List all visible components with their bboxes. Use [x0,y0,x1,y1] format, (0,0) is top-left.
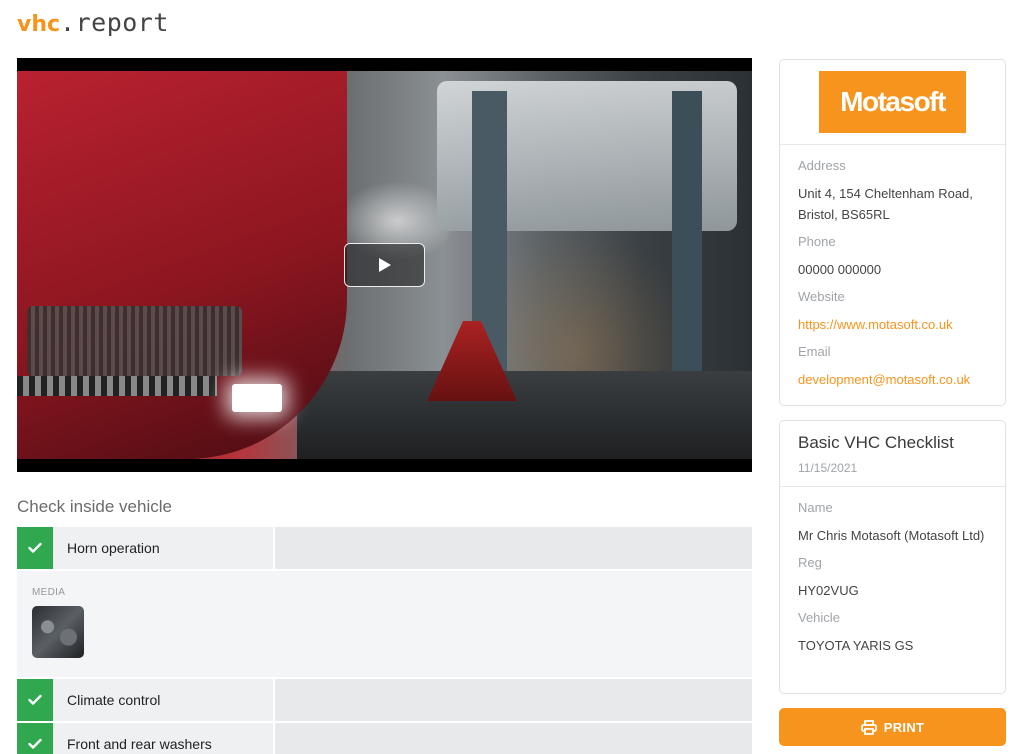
checklist-header: Basic VHC Checklist 11/15/2021 [780,421,1005,487]
check-item-notes [275,723,752,754]
website-link[interactable]: https://www.motasoft.co.uk [798,314,987,335]
address-label: Address [798,158,846,173]
play-icon [378,258,391,272]
printer-icon [860,719,877,735]
checklist-info-card: Basic VHC Checklist 11/15/2021 Name Mr C… [779,420,1006,694]
check-row-horn-operation[interactable]: Horn operation [17,527,752,569]
check-item-label: Front and rear washers [53,723,275,754]
print-button[interactable]: PRINT [779,708,1006,746]
checkmark-icon [28,542,42,553]
check-item-label: Horn operation [53,527,275,569]
video-scene-hood [17,71,347,459]
brand-logo-vhc: vhc [17,12,61,37]
reg-label: Reg [798,555,822,570]
media-thumbnail[interactable] [32,606,84,658]
dealer-logo-text: Motasoft [840,86,946,117]
website-label: Website [798,289,845,304]
section-title: Check inside vehicle [17,497,172,516]
vehicle-value: TOYOTA YARIS GS [798,638,914,653]
brand-logo[interactable]: vhc .report [17,8,169,40]
dealer-logo-area: Motasoft [780,60,1005,145]
dealer-logo: Motasoft [819,71,966,133]
print-button-label: PRINT [883,719,925,735]
check-item-label: Climate control [53,679,275,721]
check-pass-indicator [17,527,53,569]
brand-logo-report: .report [60,8,169,37]
check-pass-indicator [17,679,53,721]
email-label: Email [798,344,831,359]
video-scene-lamp [232,384,282,412]
check-row-front-rear-washers[interactable]: Front and rear washers [17,723,752,754]
email-link[interactable]: development@motasoft.co.uk [798,369,987,390]
checklist-date: 11/15/2021 [798,461,858,475]
phone-label: Phone [798,234,836,249]
check-row-climate-control[interactable]: Climate control [17,679,752,721]
name-value: Mr Chris Motasoft (Motasoft Ltd) [798,528,985,543]
checkmark-icon [28,694,42,705]
check-pass-indicator [17,723,53,754]
video-scene-floor [297,371,752,459]
reg-value: HY02VUG [798,583,859,598]
phone-value: 00000 000000 [798,262,882,277]
video-scene-lightbar [17,376,217,396]
checkmark-icon [28,738,42,749]
play-button[interactable] [344,243,425,287]
media-label: MEDIA [32,587,66,598]
check-item-notes [275,679,752,721]
video-scene-grille [27,306,242,376]
vehicle-label: Vehicle [798,610,840,625]
checklist-title: Basic VHC Checklist [798,433,954,452]
name-label: Name [798,500,833,515]
address-value: Unit 4, 154 Cheltenham Road, Bristol, BS… [798,186,973,222]
video-player[interactable] [17,58,752,472]
dealer-info-card: Motasoft Address Unit 4, 154 Cheltenham … [779,59,1006,406]
check-item-notes [275,527,752,569]
media-section: MEDIA [17,571,752,677]
